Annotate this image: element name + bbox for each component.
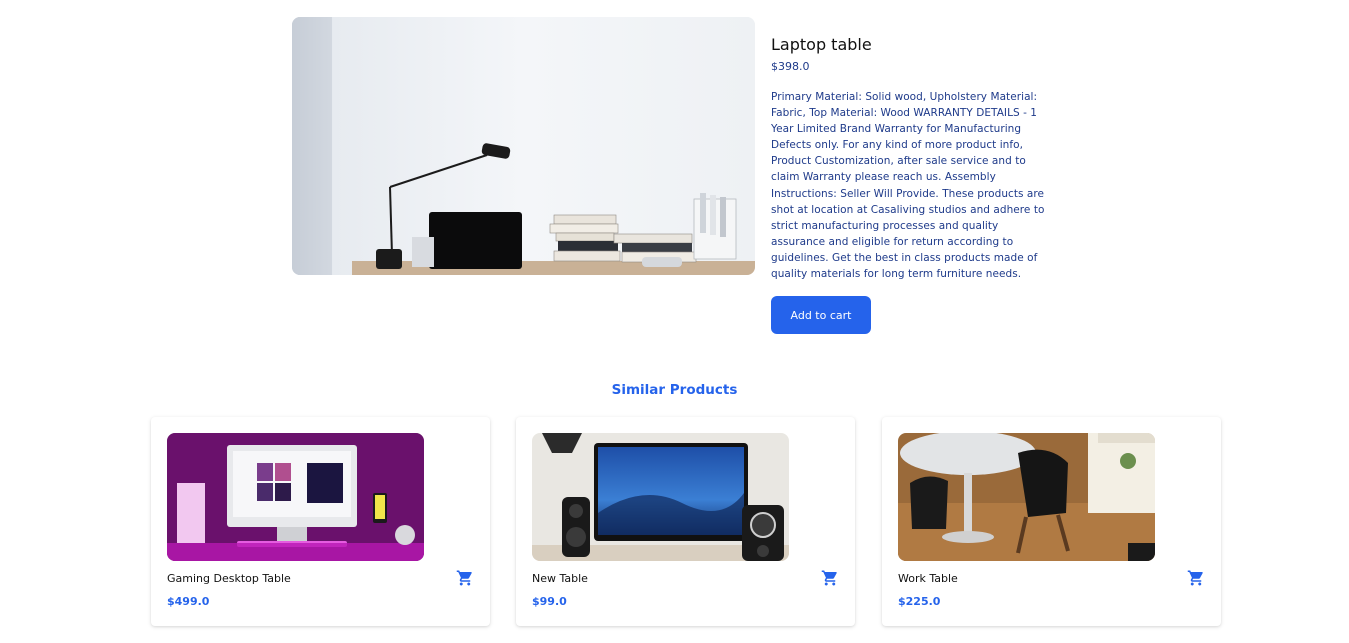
product-card-name: New Table bbox=[532, 572, 588, 585]
product-card-price: $225.0 bbox=[898, 595, 941, 608]
product-info: Laptop table $398.0 Primary Material: So… bbox=[771, 34, 1051, 282]
product-description: Primary Material: Solid wood, Upholstery… bbox=[771, 91, 1045, 281]
product-card-price: $499.0 bbox=[167, 595, 210, 608]
cart-icon[interactable] bbox=[1187, 569, 1205, 587]
product-image bbox=[292, 17, 755, 275]
product-card-image bbox=[898, 433, 1155, 561]
product-card[interactable]: Gaming Desktop Table $499.0 bbox=[151, 417, 490, 626]
product-card-price: $99.0 bbox=[532, 595, 567, 608]
cart-icon[interactable] bbox=[821, 569, 839, 587]
product-card[interactable]: Work Table $225.0 bbox=[882, 417, 1221, 626]
product-card-name: Work Table bbox=[898, 572, 958, 585]
add-to-cart-button[interactable]: Add to cart bbox=[771, 296, 871, 334]
product-card-image bbox=[167, 433, 424, 561]
product-price: $398.0 bbox=[771, 60, 810, 73]
product-card-name: Gaming Desktop Table bbox=[167, 572, 291, 585]
product-title: Laptop table bbox=[771, 35, 872, 54]
cart-icon[interactable] bbox=[456, 569, 474, 587]
product-card-image bbox=[532, 433, 789, 561]
product-card[interactable]: New Table $99.0 bbox=[516, 417, 855, 626]
similar-products-heading: Similar Products bbox=[611, 382, 738, 398]
similar-products-list: Gaming Desktop Table $499.0 New Table $9… bbox=[151, 417, 1221, 626]
